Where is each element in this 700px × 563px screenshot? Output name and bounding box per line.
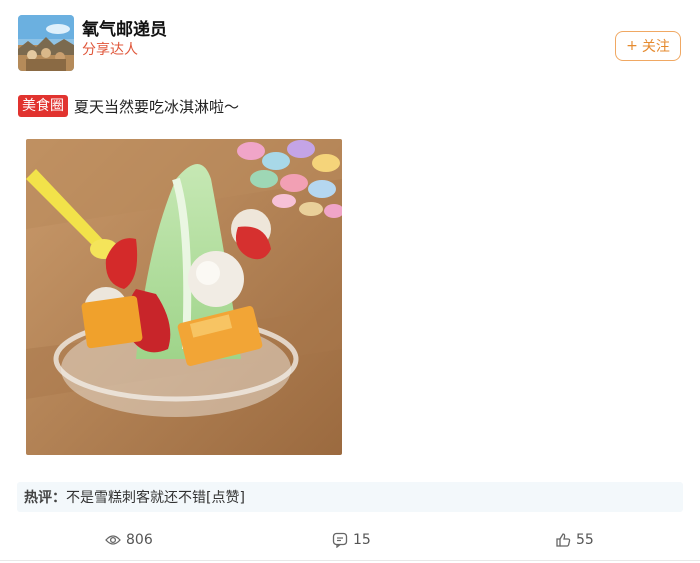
avatar-image: [18, 15, 74, 71]
follow-button[interactable]: + 关注: [615, 31, 681, 61]
post-text: 夏天当然要吃冰淇淋啦～: [74, 97, 240, 116]
topic-tag[interactable]: 美食圈: [18, 95, 68, 117]
hot-comment[interactable]: 热评： 不是雪糕刺客就还不错[点赞]: [17, 482, 683, 512]
post-image[interactable]: [26, 139, 342, 455]
thumbs-up-icon: [556, 533, 571, 547]
views-stat[interactable]: 806: [105, 530, 153, 550]
ice-cream-photo: [26, 139, 342, 455]
comments-stat[interactable]: 15: [332, 530, 371, 550]
likes-count: 55: [576, 532, 594, 548]
hot-comment-label: 热评：: [24, 490, 66, 506]
comment-icon: [332, 532, 348, 548]
avatar[interactable]: [18, 15, 74, 71]
follow-label: 关注: [641, 39, 670, 55]
comments-count: 15: [353, 532, 371, 548]
plus-icon: +: [626, 38, 638, 54]
eye-icon: [105, 535, 121, 545]
author-badge: 分享达人: [82, 42, 138, 58]
post-card: 氧气邮递员 分享达人 + 关注 美食圈 夏天当然要吃冰淇淋啦～ 热评： 不是雪糕…: [0, 0, 700, 563]
post-content: 美食圈 夏天当然要吃冰淇淋啦～: [18, 94, 239, 118]
likes-stat[interactable]: 55: [555, 530, 594, 550]
author-name[interactable]: 氧气邮递员: [82, 15, 167, 40]
divider: [0, 560, 700, 561]
views-count: 806: [126, 532, 153, 548]
hot-comment-text: 不是雪糕刺客就还不错[点赞]: [66, 490, 245, 506]
